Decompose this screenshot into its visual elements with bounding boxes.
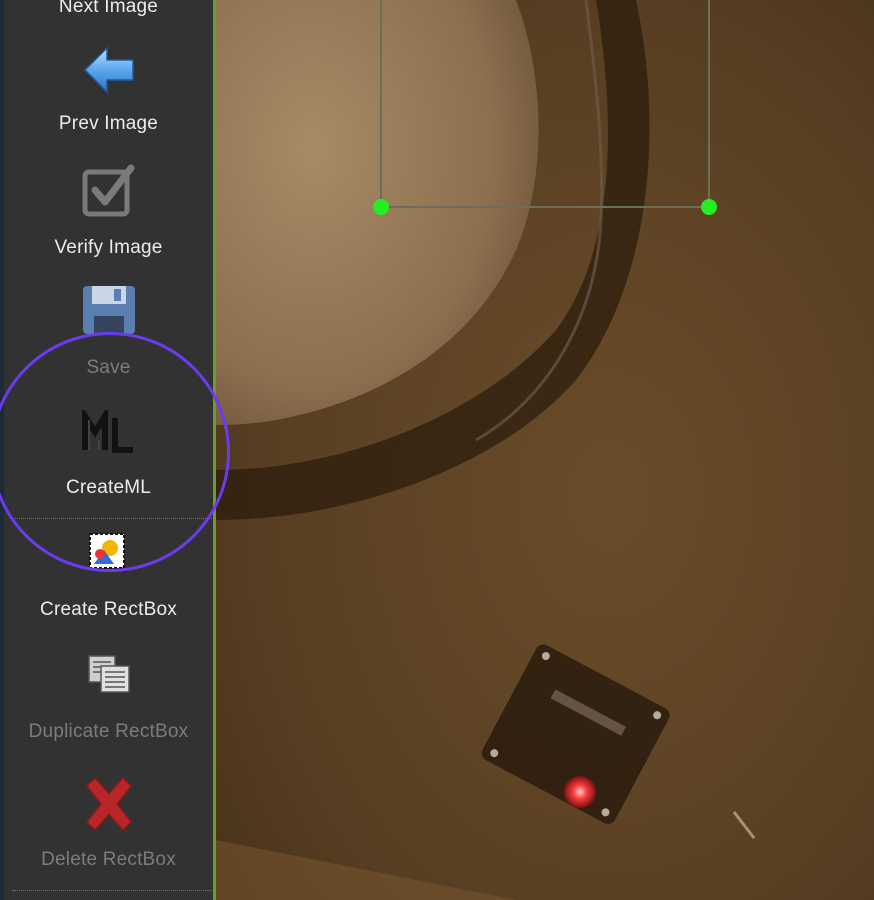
verify-checkbox-icon[interactable] <box>81 164 137 225</box>
image-canvas[interactable] <box>216 0 874 900</box>
toolbar-separator <box>12 518 212 519</box>
duplicate-rectbox-button[interactable]: Duplicate RectBox <box>4 721 213 743</box>
toolbar-separator-bottom <box>12 890 212 891</box>
create-rectbox-icon[interactable] <box>88 532 130 577</box>
bbox-handle-bottom-left[interactable] <box>373 199 389 215</box>
floppy-disk-icon <box>82 286 136 339</box>
tool-sidebar: Next Image Prev Image Verify Image Save … <box>4 0 214 900</box>
next-image-label[interactable]: Next Image <box>4 0 213 18</box>
createml-icon[interactable] <box>81 405 137 461</box>
annotated-photo <box>216 0 874 900</box>
prev-arrow-icon[interactable] <box>81 44 137 101</box>
verify-image-button[interactable]: Verify Image <box>4 237 213 259</box>
delete-rectbox-button[interactable]: Delete RectBox <box>4 849 213 871</box>
bbox-handle-bottom-right[interactable] <box>701 199 717 215</box>
create-rectbox-button[interactable]: Create RectBox <box>4 599 213 621</box>
labelimg-window: Next Image Prev Image Verify Image Save … <box>0 0 874 900</box>
delete-x-icon <box>81 776 137 837</box>
duplicate-rectbox-icon <box>87 654 131 699</box>
save-button[interactable]: Save <box>4 357 213 379</box>
prev-image-button[interactable]: Prev Image <box>4 113 213 135</box>
createml-button[interactable]: CreateML <box>4 477 213 499</box>
